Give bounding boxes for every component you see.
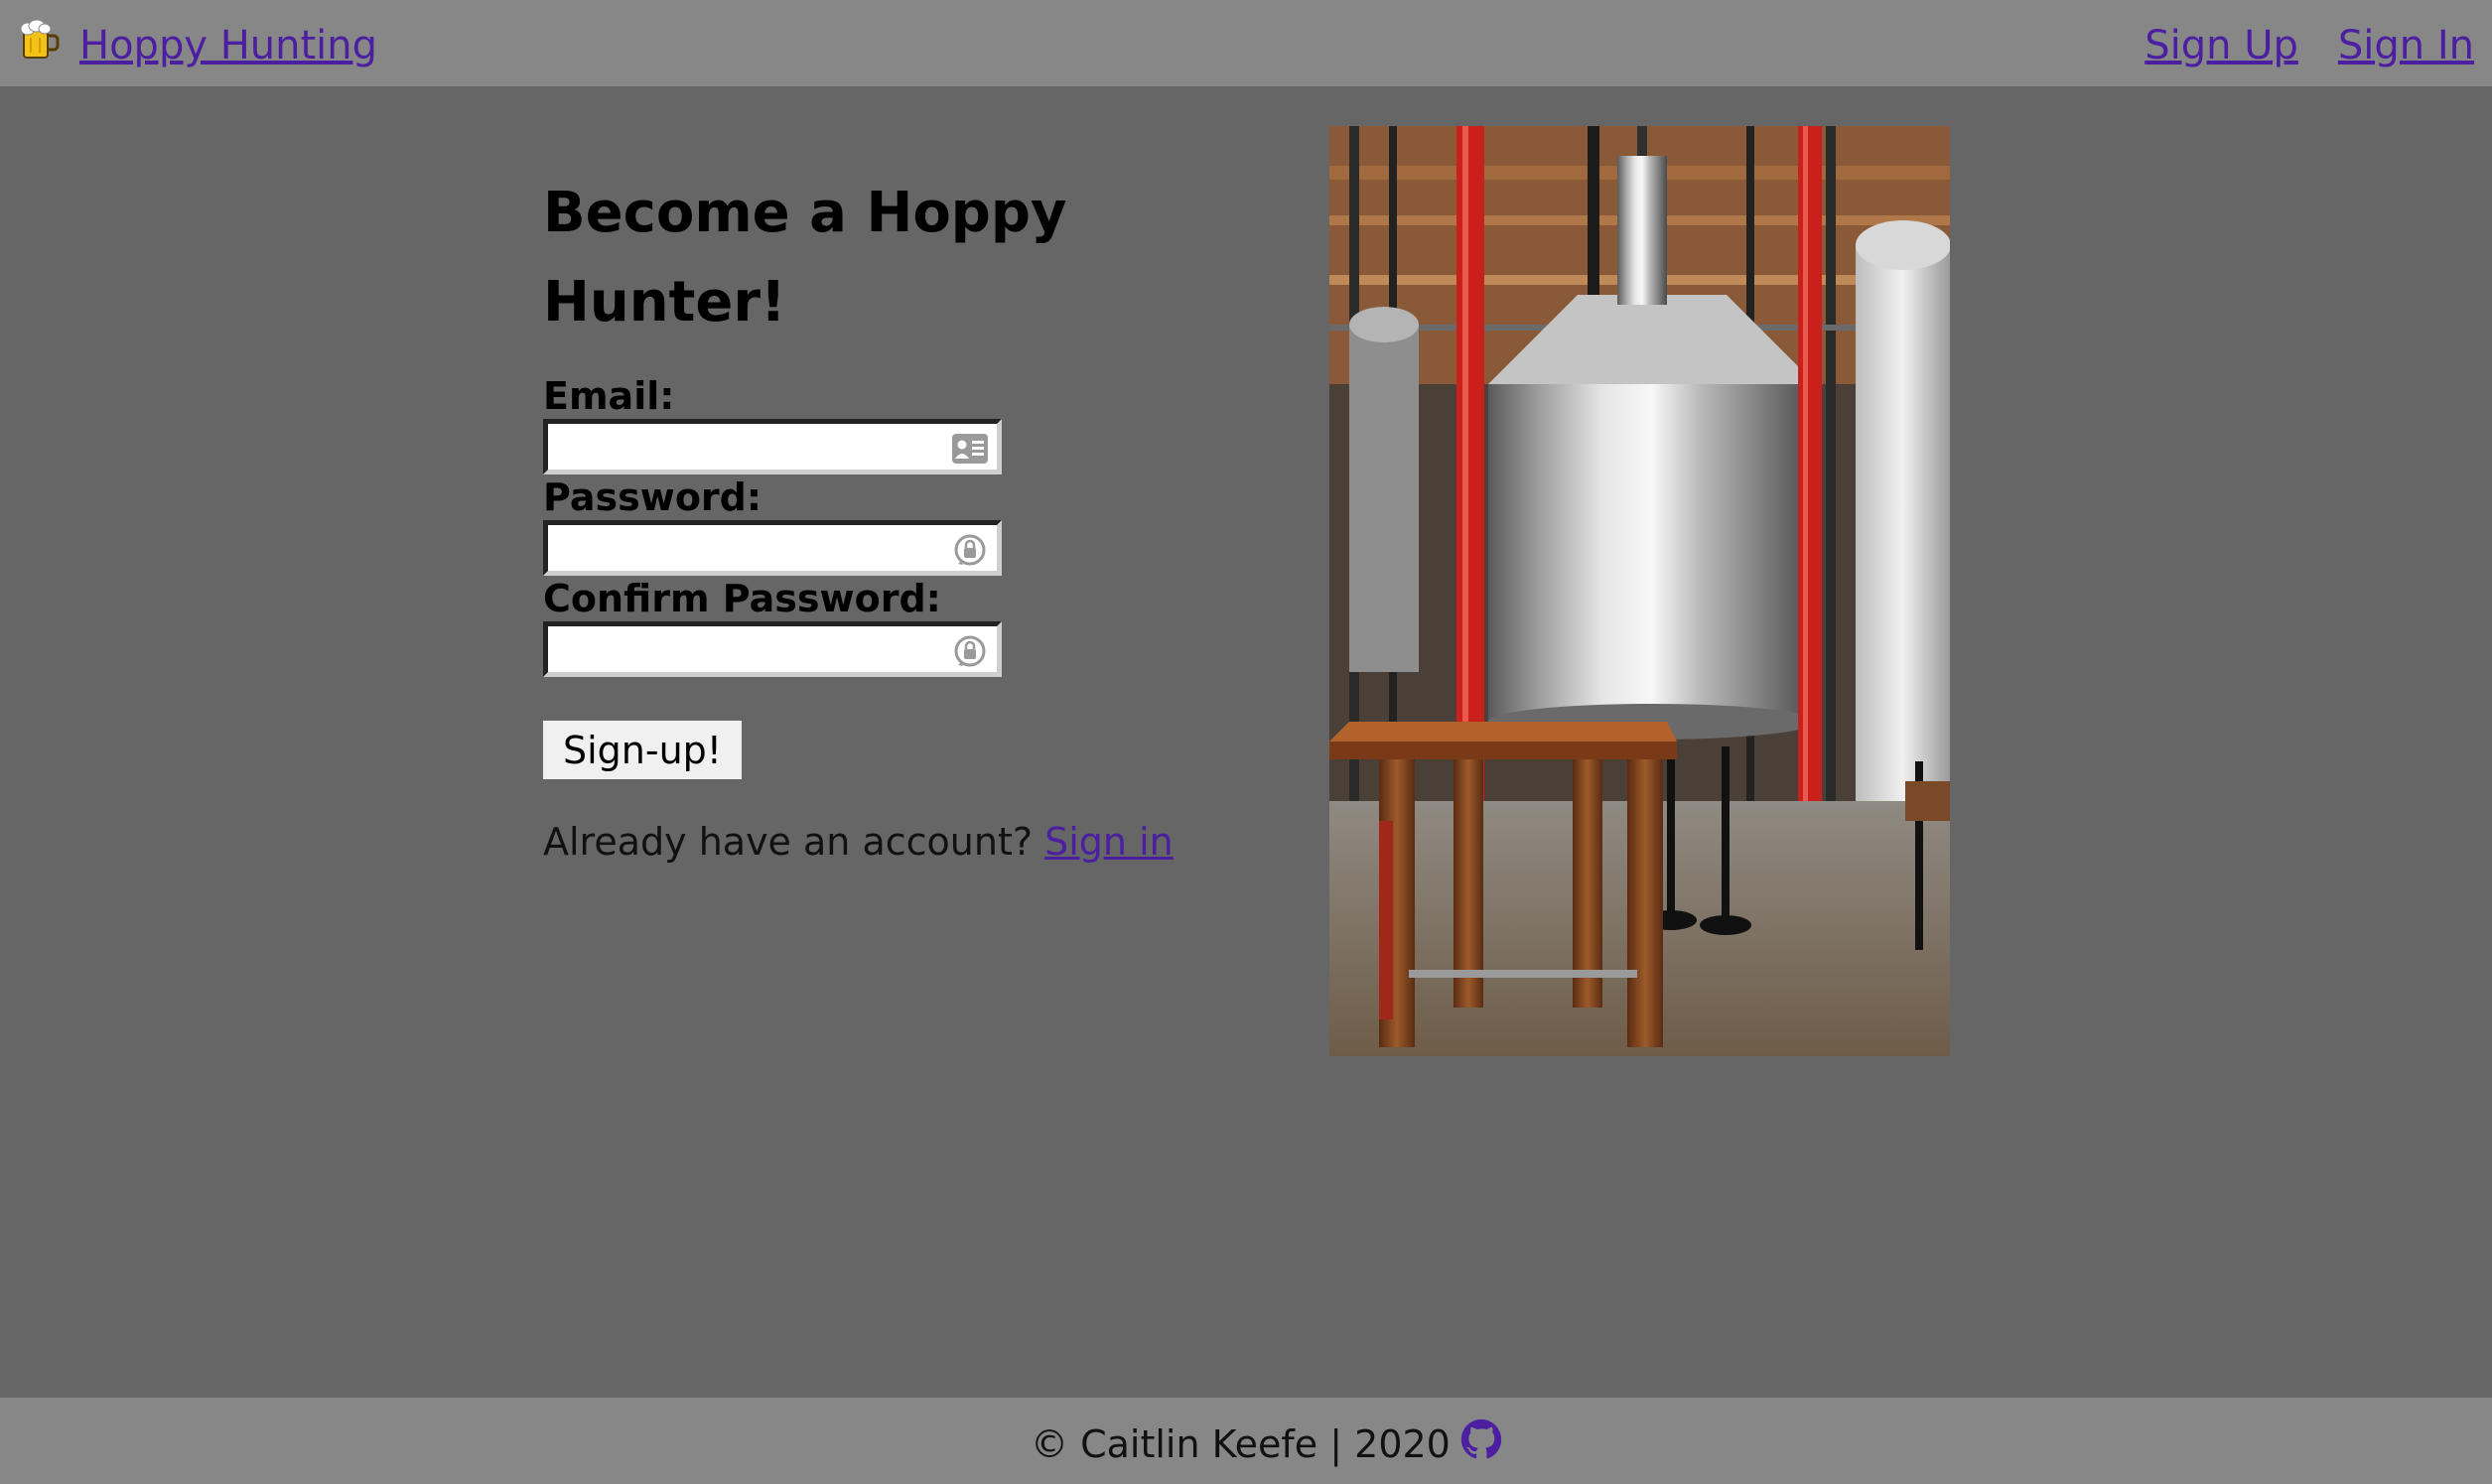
email-field-wrapper (543, 419, 1002, 474)
footer-content: © Caitlin Keefe | 2020 (1031, 1418, 1502, 1469)
nav-sign-up-link[interactable]: Sign Up (2145, 18, 2298, 73)
password-key-icon (954, 635, 986, 667)
confirm-password-field-wrapper (543, 621, 1002, 677)
password-label: Password: (543, 475, 762, 519)
top-nav: Hoppy Hunting Sign Up Sign In (0, 0, 2492, 86)
signup-button[interactable]: Sign-up! (543, 721, 743, 779)
page-title: Become a Hoppy Hunter! (543, 181, 1067, 335)
confirm-password-field[interactable] (548, 626, 997, 672)
signin-prompt-text: Already have an account? (543, 820, 1034, 864)
brewery-image (1329, 126, 1950, 1056)
nav-sign-in-link[interactable]: Sign In (2338, 18, 2474, 73)
brand-link[interactable]: Hoppy Hunting (79, 18, 377, 73)
github-icon[interactable] (1460, 1418, 1502, 1460)
signin-link[interactable]: Sign in (1044, 820, 1174, 864)
signup-form: Become a Hoppy Hunter! Email: Password: … (543, 169, 1278, 867)
signin-prompt: Already have an account? Sign in (543, 817, 1278, 867)
email-field[interactable] (548, 424, 997, 470)
beer-mug-icon (20, 19, 60, 59)
password-field[interactable] (548, 525, 997, 571)
password-field-wrapper (543, 520, 1002, 576)
email-label: Email: (543, 374, 675, 418)
password-key-icon (954, 534, 986, 566)
confirm-password-label: Confirm Password: (543, 577, 941, 620)
footer: © Caitlin Keefe | 2020 (0, 1398, 2492, 1484)
contact-card-icon (952, 434, 988, 464)
copyright-text: © Caitlin Keefe | 2020 (1031, 1422, 1451, 1466)
nav-links: Sign Up Sign In (2145, 18, 2474, 73)
